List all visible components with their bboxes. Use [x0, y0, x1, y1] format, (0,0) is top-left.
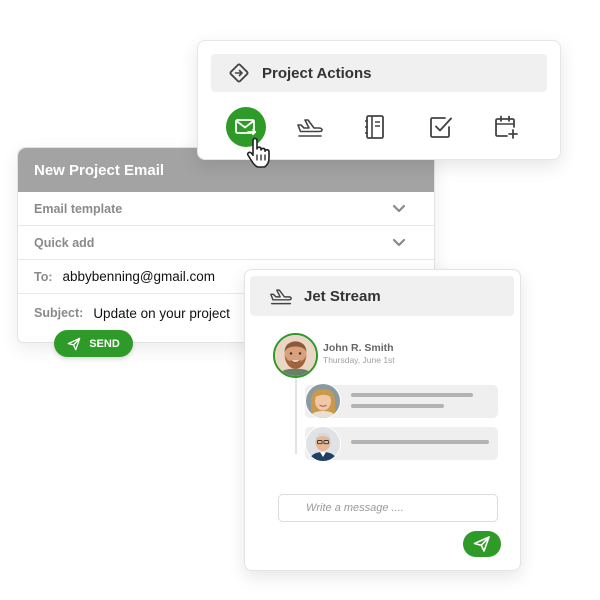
- to-value[interactable]: abbybenning@gmail.com: [63, 269, 216, 284]
- stage: New Project Email Email template Quick a…: [0, 0, 600, 600]
- message-placeholder-line: [351, 404, 444, 408]
- subject-label: Subject:: [34, 306, 84, 320]
- jet-stream-title: Jet Stream: [304, 287, 381, 305]
- sender-name: John R. Smith: [323, 342, 394, 354]
- avatar[interactable]: [273, 333, 318, 378]
- jet-stream-header: Jet Stream: [250, 276, 514, 316]
- avatar-image: [306, 427, 340, 461]
- message-placeholder-line: [351, 393, 473, 397]
- send-label: SEND: [89, 337, 120, 350]
- plane-icon: [297, 119, 323, 137]
- message-input-placeholder: Write a message ....: [306, 502, 404, 514]
- send-message-button[interactable]: [463, 531, 501, 557]
- jet-stream-card: Jet Stream John R. Smith Thursday, June …: [244, 269, 521, 571]
- send-button[interactable]: SEND: [54, 330, 133, 357]
- to-label: To:: [34, 269, 53, 284]
- diamond-arrow-icon: [228, 62, 250, 84]
- email-template-select[interactable]: Email template: [18, 192, 434, 226]
- avatar-image: [275, 335, 316, 376]
- paper-plane-icon: [67, 337, 81, 350]
- project-actions-title: Project Actions: [262, 64, 372, 82]
- notebook-icon: [365, 115, 384, 139]
- avatar[interactable]: [305, 426, 341, 462]
- checkbox-icon: [430, 117, 452, 138]
- email-template-label: Email template: [34, 201, 123, 216]
- quick-add-label: Quick add: [34, 235, 95, 250]
- sender-date: Thursday, June 1st: [323, 355, 395, 365]
- subject-value[interactable]: Update on your project: [93, 306, 230, 321]
- plane-icon: [270, 289, 292, 305]
- pointer-hand-icon: [246, 137, 270, 168]
- avatar[interactable]: [305, 383, 341, 419]
- notebook-action-button[interactable]: [355, 107, 395, 147]
- paper-plane-icon: [473, 536, 490, 552]
- message-input[interactable]: Write a message ....: [278, 494, 498, 522]
- project-actions-header: Project Actions: [211, 54, 547, 92]
- flight-action-button[interactable]: [290, 107, 330, 147]
- quick-add-select[interactable]: Quick add: [18, 226, 434, 260]
- calendar-add-icon: [495, 115, 518, 139]
- task-action-button[interactable]: [421, 107, 461, 147]
- avatar-image: [306, 384, 340, 418]
- calendar-action-button[interactable]: [486, 107, 526, 147]
- message-placeholder-line: [351, 440, 489, 444]
- email-card-title: New Project Email: [34, 161, 165, 179]
- chevron-down-icon: [392, 238, 406, 247]
- chevron-down-icon: [392, 204, 406, 213]
- thread-connector: [295, 370, 297, 454]
